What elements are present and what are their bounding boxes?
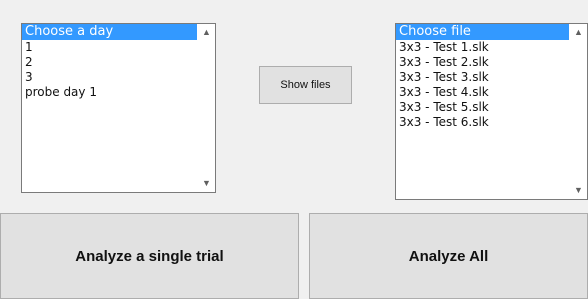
app-window: Choose a day 1 2 3 probe day 1 ▲ ▼ Show … [0,0,588,299]
chevron-up-icon[interactable]: ▲ [570,24,587,41]
day-list-item[interactable]: 1 [22,40,197,55]
day-listbox[interactable]: Choose a day 1 2 3 probe day 1 ▲ ▼ [21,23,216,193]
analyze-single-trial-button[interactable]: Analyze a single trial [0,213,299,299]
day-list-scrollbar[interactable]: ▲ ▼ [198,24,215,192]
file-listbox[interactable]: Choose file 3x3 - Test 1.slk 3x3 - Test … [395,23,588,200]
day-list-item[interactable]: probe day 1 [22,85,197,100]
chevron-down-icon[interactable]: ▼ [198,175,215,192]
file-list-item[interactable]: 3x3 - Test 3.slk [396,70,569,85]
file-list-item[interactable]: 3x3 - Test 5.slk [396,100,569,115]
file-list-item[interactable]: 3x3 - Test 6.slk [396,115,569,130]
file-list-item[interactable]: 3x3 - Test 2.slk [396,55,569,70]
file-list-item[interactable]: 3x3 - Test 1.slk [396,40,569,55]
show-files-button[interactable]: Show files [259,66,352,104]
chevron-down-icon[interactable]: ▼ [570,182,587,199]
file-list-item[interactable]: 3x3 - Test 4.slk [396,85,569,100]
analyze-all-button[interactable]: Analyze All [309,213,588,299]
chevron-up-icon[interactable]: ▲ [198,24,215,41]
day-list-item[interactable]: Choose a day [22,24,197,40]
day-list-item[interactable]: 2 [22,55,197,70]
day-list-item[interactable]: 3 [22,70,197,85]
file-list-items: Choose file 3x3 - Test 1.slk 3x3 - Test … [396,24,569,199]
file-list-scrollbar[interactable]: ▲ ▼ [570,24,587,199]
file-list-item[interactable]: Choose file [396,24,569,40]
day-list-items: Choose a day 1 2 3 probe day 1 [22,24,197,192]
